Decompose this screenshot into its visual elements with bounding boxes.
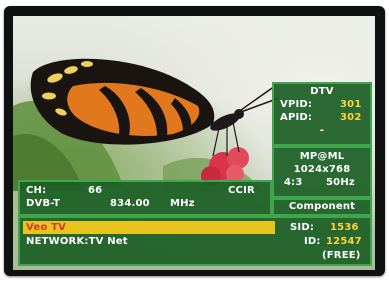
refresh-rate: 50Hz bbox=[326, 177, 355, 188]
profile-level: MP@ML bbox=[299, 151, 345, 162]
channel-label: CH: bbox=[26, 185, 47, 196]
vpid-value: 301 bbox=[340, 99, 362, 110]
sid-label: SID: bbox=[290, 222, 315, 233]
network-name: NETWORK:TV Net bbox=[26, 236, 128, 247]
access-status: (FREE) bbox=[322, 250, 361, 261]
frequency-unit: MHz bbox=[170, 198, 195, 209]
apid-value: 302 bbox=[340, 112, 362, 123]
resolution: 1024x768 bbox=[293, 164, 351, 175]
aspect-ratio: 4:3 bbox=[284, 177, 303, 188]
frequency-value: 834.00 bbox=[110, 198, 150, 209]
dtv-extra: - bbox=[319, 125, 325, 136]
video-format-panel: MP@ML 1024x768 4:3 50Hz bbox=[272, 146, 372, 198]
vpid-label: VPID: bbox=[280, 99, 313, 110]
channel-number: 66 bbox=[88, 185, 103, 196]
service-highlight-bar: Veo TV bbox=[23, 221, 275, 234]
channel-info-panel: CH: 66 CCIR DVB-T 834.00 MHz bbox=[18, 180, 272, 216]
apid-label: APID: bbox=[280, 112, 313, 123]
id-value: 12547 bbox=[326, 236, 362, 247]
service-name: Veo TV bbox=[26, 222, 67, 233]
sid-value: 1536 bbox=[330, 222, 359, 233]
output-label: Component bbox=[288, 201, 356, 212]
broadcast-mode: DVB-T bbox=[26, 198, 61, 209]
tv-standard: CCIR bbox=[228, 185, 255, 196]
dtv-info-panel: DTV VPID: 301 APID: 302 - bbox=[272, 82, 372, 146]
id-label: ID: bbox=[304, 236, 321, 247]
output-panel: Component bbox=[272, 198, 372, 216]
service-info-panel: Veo TV NETWORK:TV Net SID: 1536 ID: 1254… bbox=[18, 216, 372, 266]
dtv-title: DTV bbox=[310, 86, 334, 97]
tv-screen: DTV VPID: 301 APID: 302 - MP@ML 1024x768… bbox=[13, 16, 375, 270]
